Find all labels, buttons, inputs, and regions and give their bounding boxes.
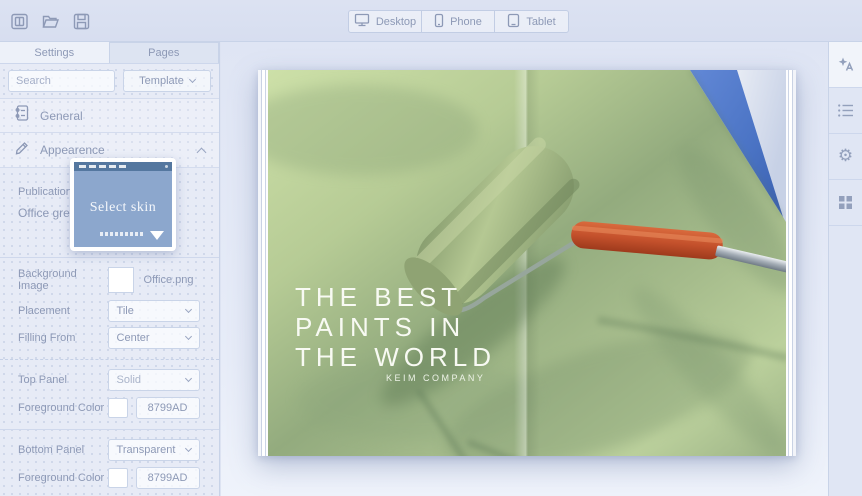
desktop-icon [354,13,370,30]
publication-skin-value: Office grey [18,206,76,220]
search-row: Template [0,64,219,98]
top-panel-label: Top Panel [18,374,108,386]
placement-label: Placement [18,305,108,317]
bottom-panel-row: Bottom Panel Transparent [0,438,219,462]
tablet-icon [507,13,520,31]
main-body: Settings Pages Template [0,42,862,496]
top-foreground-label: Foreground Color [18,402,108,414]
chevron-down-icon [185,333,192,340]
chevron-down-icon [185,445,192,452]
device-tablet-button[interactable]: Tablet [495,11,568,32]
filling-from-label: Filling From [18,332,108,344]
cover-title-line: PAINTS IN [295,312,496,342]
skin-dropdown-caret-icon[interactable] [150,231,164,240]
search-input[interactable] [8,70,115,92]
device-tablet-label: Tablet [526,16,555,28]
cover-artwork [268,70,786,456]
publication-skin-block: Publication skin Office grey Select skin [0,168,219,257]
filling-from-select[interactable]: Center [108,327,200,349]
chevron-down-icon [185,306,192,313]
sidebar-tabs: Settings Pages [0,42,219,64]
bottom-panel-label: Bottom Panel [18,444,108,456]
file-actions [10,12,91,31]
skin-preview: Select skin [74,162,172,247]
general-icon [14,104,30,127]
placement-select[interactable]: Tile [108,300,200,322]
template-dropdown-button[interactable]: Template [123,70,211,92]
bottom-foreground-hex-input[interactable] [136,467,200,489]
top-panel-row: Top Panel Solid [0,368,219,392]
device-phone-label: Phone [450,16,482,28]
section-general-label: General [40,109,205,123]
bottom-foreground-row: Foreground Color [0,466,219,490]
chevron-down-icon [185,375,192,382]
background-image-filename: Office.png [144,274,194,286]
open-folder-icon[interactable] [41,12,60,31]
divider [0,257,219,258]
background-image-thumbnail[interactable] [108,267,134,293]
device-desktop-button[interactable]: Desktop [349,11,422,32]
cover-subtitle: KEIM COMPANY [386,373,485,383]
placement-row: Placement Tile [0,299,219,323]
device-phone-button[interactable]: Phone [422,11,495,32]
publisher-app: Desktop Phone Tablet [0,0,862,496]
divider [0,429,219,430]
section-appearance-label: Appearence [40,143,188,157]
top-panel-select[interactable]: Solid [108,369,200,391]
save-icon[interactable] [72,12,91,31]
bottom-foreground-swatch[interactable] [108,468,128,488]
right-toolbar: ⚙ [828,42,862,496]
skin-selector-thumbnail[interactable]: Select skin [70,158,176,251]
background-image-row: Background Image Office.png [0,265,219,295]
device-switch: Desktop Phone Tablet [348,10,569,33]
skin-select-text: Select skin [74,200,172,216]
list-icon[interactable] [829,88,862,134]
translate-icon[interactable] [829,42,862,88]
publication-preview: THE BEST PAINTS IN THE WORLD KEIM COMPAN… [221,42,828,496]
gear-icon[interactable]: ⚙ [829,134,862,180]
background-image-label: Background Image [18,268,108,292]
template-label: Template [139,75,184,87]
cover-title: THE BEST PAINTS IN THE WORLD [295,282,496,372]
book-spread[interactable]: THE BEST PAINTS IN THE WORLD KEIM COMPAN… [258,70,796,456]
chevron-up-icon [197,147,207,157]
tab-pages[interactable]: Pages [109,42,220,63]
settings-sidebar: Settings Pages Template [0,42,220,496]
bottom-panel-select[interactable]: Transparent [108,439,200,461]
chevron-down-icon [189,76,196,83]
phone-icon [434,13,444,31]
top-foreground-row: Foreground Color [0,396,219,420]
right-page-stack[interactable] [786,70,796,456]
thumb-caret-icon [122,285,130,289]
top-foreground-hex-input[interactable] [136,397,200,419]
tab-settings[interactable]: Settings [0,42,109,63]
top-toolbar: Desktop Phone Tablet [0,0,862,42]
cover-title-line: THE WORLD [295,342,496,372]
cover-title-line: THE BEST [295,282,496,312]
publication-icon[interactable] [10,12,29,31]
bottom-foreground-label: Foreground Color [18,472,108,484]
skin-preview-toolbar [74,162,172,171]
top-foreground-swatch[interactable] [108,398,128,418]
left-page-stack[interactable] [258,70,268,456]
pencil-icon [14,139,30,161]
skin-preview-pager [100,232,144,236]
section-general[interactable]: General [0,98,219,133]
filling-from-row: Filling From Center [0,326,219,350]
grid-icon[interactable] [829,180,862,226]
dashed-divider [0,359,219,360]
device-desktop-label: Desktop [376,16,416,28]
